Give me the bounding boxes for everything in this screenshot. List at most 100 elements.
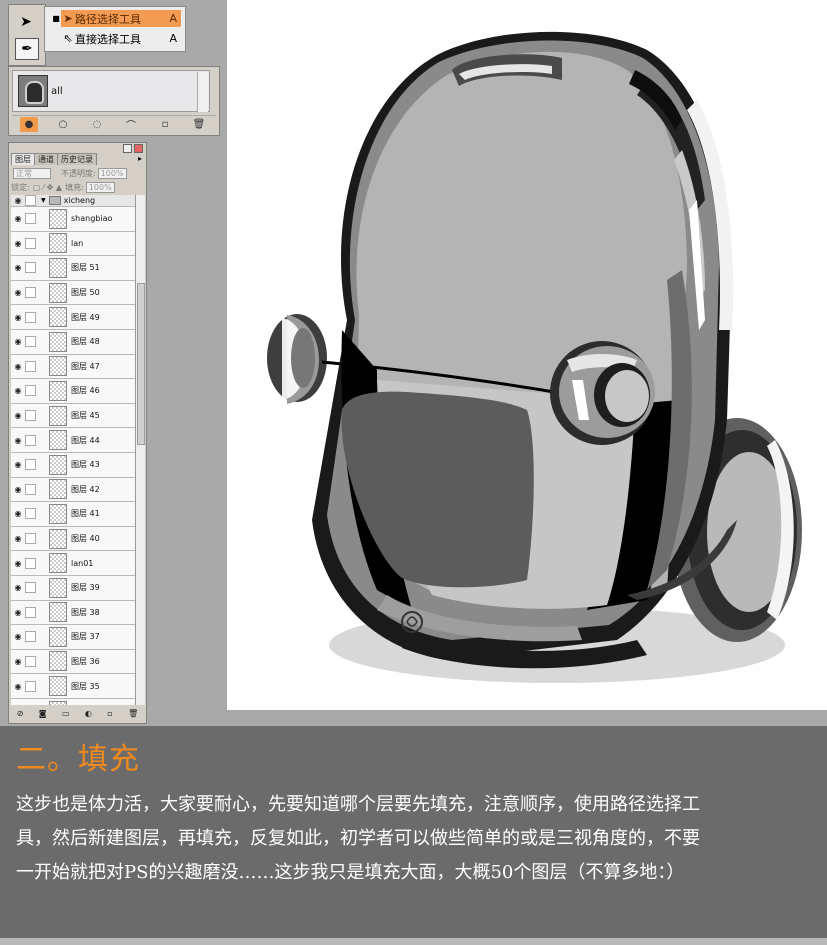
fill-input[interactable]: 100% <box>85 181 115 193</box>
scroll-thumb[interactable] <box>137 283 145 445</box>
minimize-icon[interactable] <box>123 144 132 153</box>
blend-mode-select[interactable]: 正常 <box>13 167 51 179</box>
eye-icon[interactable]: ◉ <box>11 337 25 346</box>
eye-icon[interactable]: ◉ <box>11 632 25 641</box>
layer-row[interactable]: ◉ lan01 <box>11 551 135 576</box>
eye-icon[interactable]: ◉ <box>11 682 25 691</box>
layer-link-box[interactable] <box>25 237 36 249</box>
stroke-path-icon[interactable]: ○ <box>54 117 72 132</box>
eye-icon[interactable]: ◉ <box>11 657 25 666</box>
path-row[interactable]: all <box>12 70 210 112</box>
menu-item-path-selection-tool[interactable]: ■ ➤ 路径选择工具 A <box>45 9 183 28</box>
tab-history[interactable]: 历史记录 <box>57 153 97 165</box>
paths-scrollbar[interactable] <box>197 72 208 112</box>
new-path-icon[interactable]: ▫ <box>156 117 174 132</box>
layer-link-box[interactable] <box>25 434 36 446</box>
menu-item-direct-selection-tool[interactable]: ⇖ 直接选择工具 A <box>45 29 183 48</box>
layer-link-box[interactable] <box>25 606 36 618</box>
layer-row[interactable]: ◉ 图层 40 <box>11 526 135 552</box>
layer-row[interactable]: ◉ 图层 44 <box>11 428 135 453</box>
layer-link-box[interactable] <box>25 360 36 372</box>
layer-row[interactable]: ◉ 图层 42 <box>11 477 135 503</box>
eye-icon[interactable]: ◉ <box>11 411 25 420</box>
layer-row[interactable]: ◉ 图层 38 <box>11 600 135 626</box>
layer-row[interactable]: ◉ 图层 48 <box>11 329 135 355</box>
layer-link-box[interactable] <box>25 459 36 471</box>
eye-icon[interactable]: ◉ <box>11 196 25 205</box>
layer-row[interactable]: ◉ 图层 49 <box>11 305 135 330</box>
layer-row[interactable]: ◉ 图层 46 <box>11 379 135 404</box>
fill-path-icon[interactable]: ● <box>20 117 38 132</box>
layer-link-box[interactable] <box>25 508 36 520</box>
layer-row[interactable]: ◉ 图层 36 <box>11 649 135 675</box>
layer-link-box[interactable] <box>25 262 36 274</box>
lock-label: 锁定: <box>11 182 30 192</box>
layer-link-box[interactable] <box>25 582 36 594</box>
layer-row[interactable]: ◉ 图层 43 <box>11 452 135 478</box>
eye-icon[interactable]: ◉ <box>11 460 25 469</box>
layer-name: 图层 49 <box>71 312 100 322</box>
layer-row[interactable]: ◉ 图层 50 <box>11 280 135 306</box>
eye-icon[interactable]: ◉ <box>11 509 25 518</box>
layer-name: shangbiao <box>71 214 113 224</box>
layer-link-box[interactable] <box>25 287 36 299</box>
eye-icon[interactable]: ◉ <box>11 436 25 445</box>
layer-row[interactable]: ◉ shangbiao <box>11 207 135 232</box>
opacity-input[interactable]: 100% <box>97 167 127 179</box>
layer-link-box[interactable] <box>25 557 36 569</box>
close-icon[interactable] <box>134 144 143 153</box>
layer-row[interactable]: ◉ lan <box>11 231 135 257</box>
eye-icon[interactable]: ◉ <box>11 288 25 297</box>
eye-icon[interactable]: ◉ <box>11 485 25 494</box>
panel-menu-icon[interactable]: ▸ <box>138 154 142 163</box>
layer-row[interactable]: ◉ 图层 51 <box>11 256 135 281</box>
make-work-path-icon[interactable]: ⌒ <box>122 117 140 132</box>
layer-link-box[interactable] <box>25 655 36 667</box>
layer-row[interactable]: ◉ 图层 39 <box>11 575 135 601</box>
layer-row[interactable]: ◉图层 34 <box>11 698 135 705</box>
layer-link-box[interactable] <box>25 483 36 495</box>
layer-link-box[interactable] <box>25 385 36 397</box>
layer-group-row[interactable]: ◉ ▼ xicheng <box>11 195 135 207</box>
expand-triangle-icon[interactable]: ▼ <box>41 197 46 204</box>
layer-link-box[interactable] <box>25 533 36 545</box>
layers-scrollbar[interactable] <box>135 195 145 705</box>
layer-link-box[interactable] <box>25 213 36 225</box>
eye-icon[interactable]: ◉ <box>11 386 25 395</box>
eye-icon[interactable]: ◉ <box>11 559 25 568</box>
layer-link-box[interactable] <box>25 311 36 323</box>
layer-link-box[interactable] <box>25 680 36 692</box>
eye-icon[interactable]: ◉ <box>11 534 25 543</box>
new-layer-icon[interactable]: ▫ <box>107 709 112 718</box>
trash-icon[interactable]: 🗑 <box>190 117 208 132</box>
eye-icon[interactable]: ◉ <box>11 583 25 592</box>
layer-link-box[interactable] <box>25 410 36 422</box>
canvas[interactable] <box>227 0 827 710</box>
layer-row[interactable]: ◉ 图层 47 <box>11 354 135 380</box>
layer-row[interactable]: ◉ 图层 37 <box>11 625 135 650</box>
layer-row[interactable]: ◉ 图层 41 <box>11 502 135 527</box>
tab-channels[interactable]: 通道 <box>34 153 58 165</box>
eye-icon[interactable]: ◉ <box>11 313 25 322</box>
adjustment-layer-icon[interactable]: ◐ <box>85 709 92 718</box>
eye-icon[interactable]: ◉ <box>11 263 25 272</box>
eye-icon[interactable]: ◉ <box>11 608 25 617</box>
pen-tool-icon[interactable]: ✒ <box>15 38 39 60</box>
layer-name: 图层 51 <box>71 263 100 273</box>
link-layers-icon[interactable]: ⊘ <box>17 709 24 718</box>
layer-mask-icon[interactable]: ◙ <box>39 709 47 718</box>
delete-layer-icon[interactable]: 🗑 <box>128 709 138 718</box>
eye-icon[interactable]: ◉ <box>11 214 25 223</box>
eye-icon[interactable]: ◉ <box>11 239 25 248</box>
layer-row[interactable]: ◉ 图层 45 <box>11 403 135 429</box>
layer-link-box[interactable] <box>25 631 36 643</box>
path-selection-arrow-icon[interactable]: ➤ <box>13 10 39 34</box>
layer-link-box[interactable] <box>25 336 36 348</box>
tab-layers[interactable]: 图层 <box>11 153 35 165</box>
load-selection-icon[interactable]: ◌ <box>88 117 106 132</box>
new-group-icon[interactable]: ▭ <box>62 709 70 718</box>
layer-thumbnail <box>49 307 67 328</box>
eye-icon[interactable]: ◉ <box>11 362 25 371</box>
lock-icons[interactable]: ▢ ⁄ ✥ ▲ <box>33 183 62 192</box>
layer-row[interactable]: ◉ 图层 35 <box>11 674 135 699</box>
